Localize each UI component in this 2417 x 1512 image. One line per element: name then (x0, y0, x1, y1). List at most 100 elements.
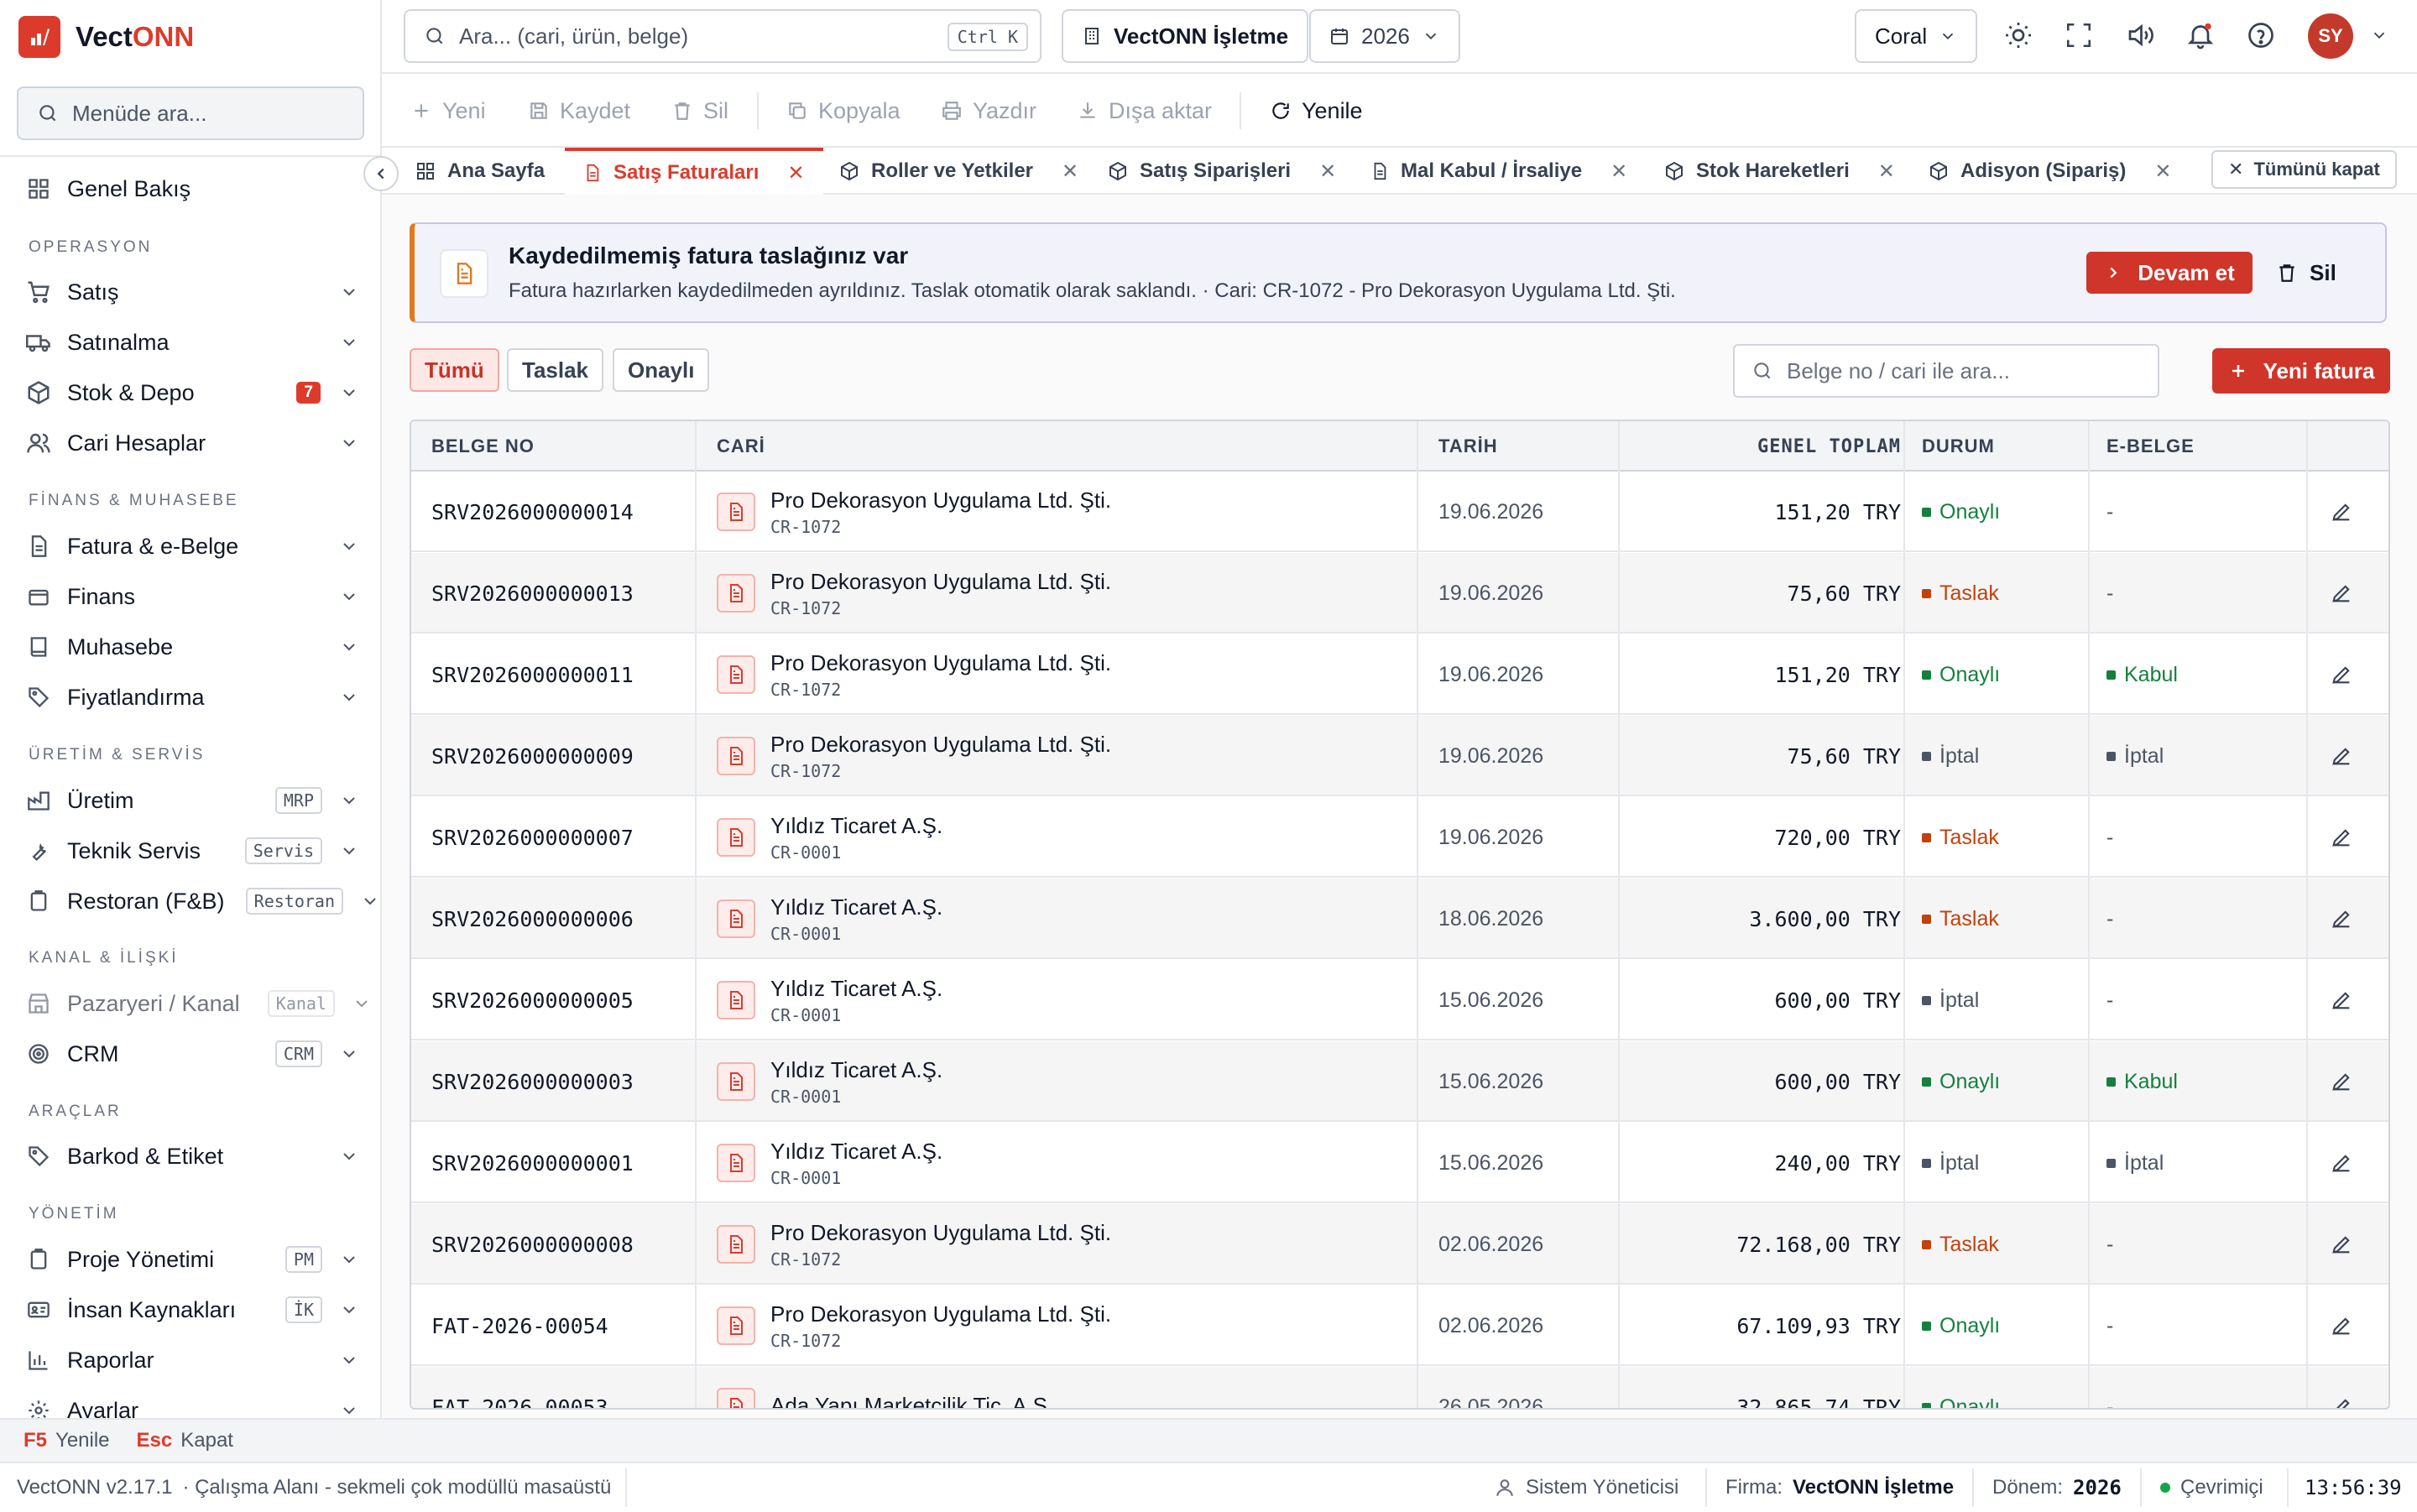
export-button[interactable]: Dışa aktar (1077, 92, 1212, 129)
table-row[interactable]: SRV2026000000009 Pro Dekorasyon Uygulama… (411, 716, 2388, 796)
table-row[interactable]: SRV2026000000011 Pro Dekorasyon Uygulama… (411, 634, 2388, 715)
doc-number[interactable]: SRV2026000000006 (431, 879, 634, 959)
sidebar-item-pazaryeri[interactable]: Pazaryeri / Kanal Kanal (23, 983, 372, 1025)
sidebar-item-uretim[interactable]: Üretim MRP (23, 779, 359, 821)
sidebar-item-crm[interactable]: CRM CRM (23, 1033, 359, 1075)
sidebar-item-stok-depo[interactable]: Stok & Depo 7 (23, 372, 359, 414)
doc-number[interactable]: FAT-2026-00054 (431, 1285, 608, 1366)
close-icon[interactable]: ✕ (1878, 159, 1895, 184)
close-all-tabs-button[interactable]: ✕ Tümünü kapat (2211, 150, 2397, 189)
sidebar-item-raporlar[interactable]: Raporlar (23, 1339, 359, 1381)
table-row[interactable]: SRV2026000000005 Yıldız Ticaret A.Ş. CR-… (411, 960, 2388, 1040)
edit-button[interactable] (2330, 1285, 2353, 1366)
tab-satis-faturalari[interactable]: Satış Faturaları ✕ (565, 148, 823, 195)
tab-roller-yetkiler[interactable]: Roller ve Yetkiler ✕ (839, 148, 1078, 195)
sidebar-collapse-button[interactable] (363, 156, 399, 191)
header-docno[interactable]: BELGE NO (431, 421, 535, 472)
table-row[interactable]: SRV2026000000001 Yıldız Ticaret A.Ş. CR-… (411, 1123, 2388, 1203)
table-row[interactable]: SRV2026000000008 Pro Dekorasyon Uygulama… (411, 1204, 2388, 1285)
continue-button[interactable]: Devam et (2086, 252, 2253, 294)
edit-button[interactable] (2330, 472, 2353, 552)
copy-button[interactable]: Kopyala (786, 92, 901, 129)
refresh-button[interactable]: Yenile (1270, 92, 1363, 129)
sidebar-item-ayarlar[interactable]: Ayarlar (23, 1389, 359, 1418)
doc-number[interactable]: SRV2026000000008 (431, 1204, 634, 1285)
tab-adisyon[interactable]: Adisyon (Sipariş) ✕ (1929, 148, 2171, 195)
edit-button[interactable] (2330, 716, 2353, 796)
delete-draft-button[interactable]: Sil (2276, 252, 2336, 294)
avatar[interactable]: SY (2308, 13, 2353, 59)
close-icon[interactable]: ✕ (1610, 159, 1627, 184)
year-selector[interactable]: 2026 (1309, 9, 1460, 63)
doc-number[interactable]: SRV2026000000001 (431, 1123, 634, 1203)
close-icon[interactable]: ✕ (1319, 159, 1336, 184)
sidebar-item-restoran[interactable]: Restoran (F&B) Restoran (23, 880, 380, 922)
doc-number[interactable]: FAT-2026-00053 (431, 1367, 608, 1409)
sidebar-item-teknik-servis[interactable]: Teknik Servis Servis (23, 830, 359, 872)
table-row[interactable]: SRV2026000000014 Pro Dekorasyon Uygulama… (411, 472, 2388, 552)
print-button[interactable]: Yazdır (941, 92, 1036, 129)
close-icon[interactable]: ✕ (2154, 159, 2171, 184)
edit-button[interactable] (2330, 797, 2353, 878)
filter-all[interactable]: Tümü (410, 348, 499, 392)
current-user[interactable]: Sistem Yöneticisi (1494, 1463, 1678, 1512)
edit-button[interactable] (2330, 1367, 2353, 1408)
doc-number[interactable]: SRV2026000000005 (431, 960, 634, 1040)
doc-number[interactable]: SRV2026000000009 (431, 716, 634, 796)
table-row[interactable]: SRV2026000000013 Pro Dekorasyon Uygulama… (411, 553, 2388, 633)
edit-button[interactable] (2330, 1123, 2353, 1203)
help-icon[interactable] (2244, 18, 2278, 52)
sidebar-item-fatura[interactable]: Fatura & e-Belge (23, 525, 359, 567)
edit-button[interactable] (2330, 1204, 2353, 1285)
brand[interactable]: VectONN (18, 15, 194, 59)
table-row[interactable]: FAT-2026-00054 Pro Dekorasyon Uygulama L… (411, 1285, 2388, 1366)
tab-ana-sayfa[interactable]: Ana Sayfa (415, 148, 545, 195)
close-icon[interactable]: ✕ (787, 161, 804, 185)
edit-button[interactable] (2330, 553, 2353, 633)
sidebar-item-fiyatlandirma[interactable]: Fiyatlandırma (23, 676, 359, 718)
doc-number[interactable]: SRV2026000000011 (431, 634, 634, 715)
save-button[interactable]: Kaydet (528, 92, 630, 129)
menu-search-input[interactable]: Menüde ara... (17, 86, 364, 140)
sidebar-item-finans[interactable]: Finans (23, 576, 359, 618)
theme-selector[interactable]: Coral (1855, 9, 1978, 63)
doc-number[interactable]: SRV2026000000007 (431, 797, 634, 878)
sidebar-item-barkod[interactable]: Barkod & Etiket (23, 1135, 359, 1177)
table-row[interactable]: SRV2026000000006 Yıldız Ticaret A.Ş. CR-… (411, 879, 2388, 959)
table-row[interactable]: SRV2026000000007 Yıldız Ticaret A.Ş. CR-… (411, 797, 2388, 878)
edit-button[interactable] (2330, 879, 2353, 959)
header-ebelge[interactable]: E-BELGE (2106, 421, 2195, 472)
sidebar-item-ik[interactable]: İnsan Kaynakları İK (23, 1289, 359, 1331)
sun-icon[interactable] (2002, 18, 2035, 52)
header-status[interactable]: DURUM (1922, 421, 1995, 472)
edit-button[interactable] (2330, 1041, 2353, 1122)
tab-satis-siparisleri[interactable]: Satış Siparişleri ✕ (1108, 148, 1336, 195)
sidebar-item-muhasebe[interactable]: Muhasebe (23, 626, 359, 668)
tab-mal-kabul[interactable]: Mal Kabul / İrsaliye ✕ (1370, 148, 1627, 195)
sidebar-item-overview[interactable]: Genel Bakış (23, 168, 359, 210)
sidebar-item-proje[interactable]: Proje Yönetimi PM (23, 1238, 359, 1280)
doc-number[interactable]: SRV2026000000003 (431, 1041, 634, 1122)
header-total[interactable]: GENEL TOPLAM (1641, 421, 1901, 472)
bell-icon[interactable] (2184, 18, 2217, 52)
fullscreen-icon[interactable] (2062, 18, 2096, 52)
doc-number[interactable]: SRV2026000000014 (431, 472, 634, 552)
sidebar-item-cari-hesaplar[interactable]: Cari Hesaplar (23, 422, 359, 464)
new-button[interactable]: Yeni (410, 92, 486, 129)
header-cari[interactable]: CARİ (717, 421, 765, 472)
edit-button[interactable] (2330, 634, 2353, 715)
table-row[interactable]: SRV2026000000003 Yıldız Ticaret A.Ş. CR-… (411, 1041, 2388, 1122)
sidebar-item-satinalma[interactable]: Satınalma (23, 321, 359, 363)
sidebar-item-satis[interactable]: Satış (23, 271, 359, 313)
invoice-search-input[interactable]: Belge no / cari ile ara... (1733, 344, 2159, 398)
close-icon[interactable]: ✕ (1062, 159, 1078, 184)
doc-number[interactable]: SRV2026000000013 (431, 553, 634, 633)
header-date[interactable]: TARİH (1438, 421, 1498, 472)
tab-stok-hareketleri[interactable]: Stok Hareketleri ✕ (1664, 148, 1895, 195)
table-row[interactable]: FAT-2026-00053 Ada Yapı Marketçilik Tic.… (411, 1367, 2388, 1409)
new-invoice-button[interactable]: Yeni fatura (2212, 348, 2390, 394)
company-selector[interactable]: VectONN İşletme (1062, 9, 1309, 63)
speaker-icon[interactable] (2123, 18, 2157, 52)
filter-approved[interactable]: Onaylı (613, 348, 710, 392)
filter-draft[interactable]: Taslak (507, 348, 604, 392)
